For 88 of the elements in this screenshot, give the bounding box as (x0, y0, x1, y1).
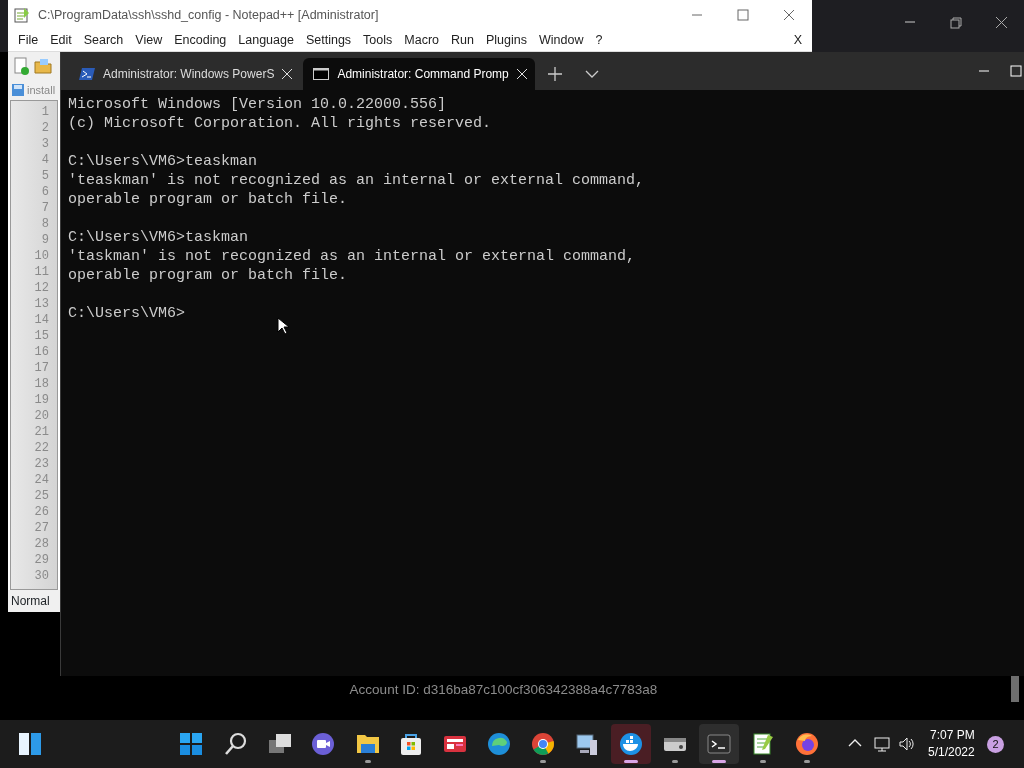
line-number: 20 (33, 408, 49, 424)
menu-item[interactable]: View (129, 31, 169, 50)
menu-item[interactable]: Tools (357, 31, 399, 50)
powershell-icon (79, 67, 95, 81)
line-number: 5 (40, 168, 49, 184)
line-number: 16 (33, 344, 49, 360)
menu-item[interactable]: Settings (299, 31, 358, 50)
network-icon[interactable] (874, 736, 890, 752)
menu-item[interactable]: Run (445, 31, 480, 50)
globe-icon (795, 732, 819, 756)
line-number: 18 (33, 376, 49, 392)
menu-item[interactable]: Language (232, 31, 300, 50)
line-number: 3 (40, 136, 49, 152)
video-chat-icon (311, 732, 335, 756)
scrollbar-thumb[interactable] (1011, 676, 1019, 702)
line-number: 23 (33, 456, 49, 472)
whale-icon (619, 732, 643, 756)
terminal-tab[interactable]: Administrator: Windows PowerS (69, 58, 301, 90)
line-number: 10 (33, 248, 49, 264)
console-line: C:\Users\VM6>taskman (68, 228, 250, 247)
line-number: 8 (40, 216, 49, 232)
line-number: 19 (33, 392, 49, 408)
console-line: Microsoft Windows [Version 10.0.22000.556] (68, 95, 448, 114)
line-number: 26 (33, 504, 49, 520)
line-number: 7 (40, 200, 49, 216)
volume-icon[interactable] (899, 736, 915, 752)
stacked-windows-icon (268, 732, 292, 756)
menu-item[interactable]: ? (589, 31, 609, 50)
mouse-pointer-icon (277, 317, 289, 335)
line-number: 2 (40, 120, 49, 136)
save-icon (12, 84, 24, 96)
line-number: 6 (40, 184, 49, 200)
shopping-bag-icon (399, 732, 423, 756)
new-file-icon[interactable] (12, 57, 30, 75)
notepad-icon (14, 7, 30, 23)
console-line: 'teaskman' is not recognized as an internal or external command, (68, 171, 646, 190)
colored-ring-icon (531, 732, 555, 756)
console-line: C:\Users\VM6>teaskman (68, 152, 259, 171)
search-icon (224, 732, 248, 756)
line-number: 25 (33, 488, 49, 504)
folder-icon (356, 732, 380, 756)
menu-item[interactable]: Plugins (479, 31, 533, 50)
line-number: 14 (33, 312, 49, 328)
line-number: 15 (33, 328, 49, 344)
windows-logo-icon (179, 732, 203, 756)
console-line: operable program or batch file. (68, 190, 349, 209)
line-number: 22 (33, 440, 49, 456)
line-number: 27 (33, 520, 49, 536)
terminal-tab[interactable]: Administrator: Command Promp (303, 58, 535, 90)
menu-item[interactable]: Encoding (168, 31, 233, 50)
menu-item[interactable]: Window (532, 31, 590, 50)
menu-item[interactable]: Edit (44, 31, 78, 50)
line-number: 1 (40, 104, 49, 120)
console-line: C:\Users\VM6> (68, 304, 187, 323)
close-document-button[interactable]: X (787, 31, 808, 50)
console-line: operable program or batch file. (68, 266, 349, 285)
line-number: 13 (33, 296, 49, 312)
close-icon[interactable] (994, 15, 1008, 29)
line-number: 21 (33, 424, 49, 440)
swirl-icon (487, 732, 511, 756)
console-line: 'taskman' is not recognized as an internal or external command, (68, 247, 637, 266)
window-title: C:\ProgramData\ssh\sshd_config - Notepad++ [Administrator] (38, 6, 380, 24)
line-number: 4 (40, 152, 49, 168)
menu-item[interactable]: Search (77, 31, 130, 50)
line-number: 12 (33, 280, 49, 296)
taskbar-button[interactable] (611, 724, 651, 764)
clock-date[interactable]: 5/1/2022 (928, 744, 975, 761)
command-prompt-icon (313, 67, 330, 81)
account-id-text: Account ID: d316ba87c100cf306342388a4c7783a8 (348, 681, 659, 699)
restore-icon[interactable] (948, 15, 962, 29)
line-number: 17 (33, 360, 49, 376)
taskbar-button[interactable] (699, 724, 739, 764)
line-number: 28 (33, 536, 49, 552)
line-number: 24 (33, 472, 49, 488)
computer-icon (575, 732, 599, 756)
notepad-icon (751, 732, 775, 756)
terminal-icon (707, 732, 731, 756)
chevron-down-icon[interactable] (584, 70, 599, 78)
line-number: 29 (33, 552, 49, 568)
menu-item[interactable]: File (12, 31, 45, 50)
clock-time[interactable]: 7:07 PM (928, 727, 975, 744)
line-number: 9 (40, 232, 49, 248)
plus-icon[interactable] (547, 67, 562, 81)
line-number: 30 (33, 568, 49, 584)
menu-item[interactable]: Macro (398, 31, 446, 50)
widgets-icon (18, 732, 42, 756)
line-number: 11 (33, 264, 49, 280)
console-line: (c) Microsoft Corporation. All rights reserved. (68, 114, 493, 133)
